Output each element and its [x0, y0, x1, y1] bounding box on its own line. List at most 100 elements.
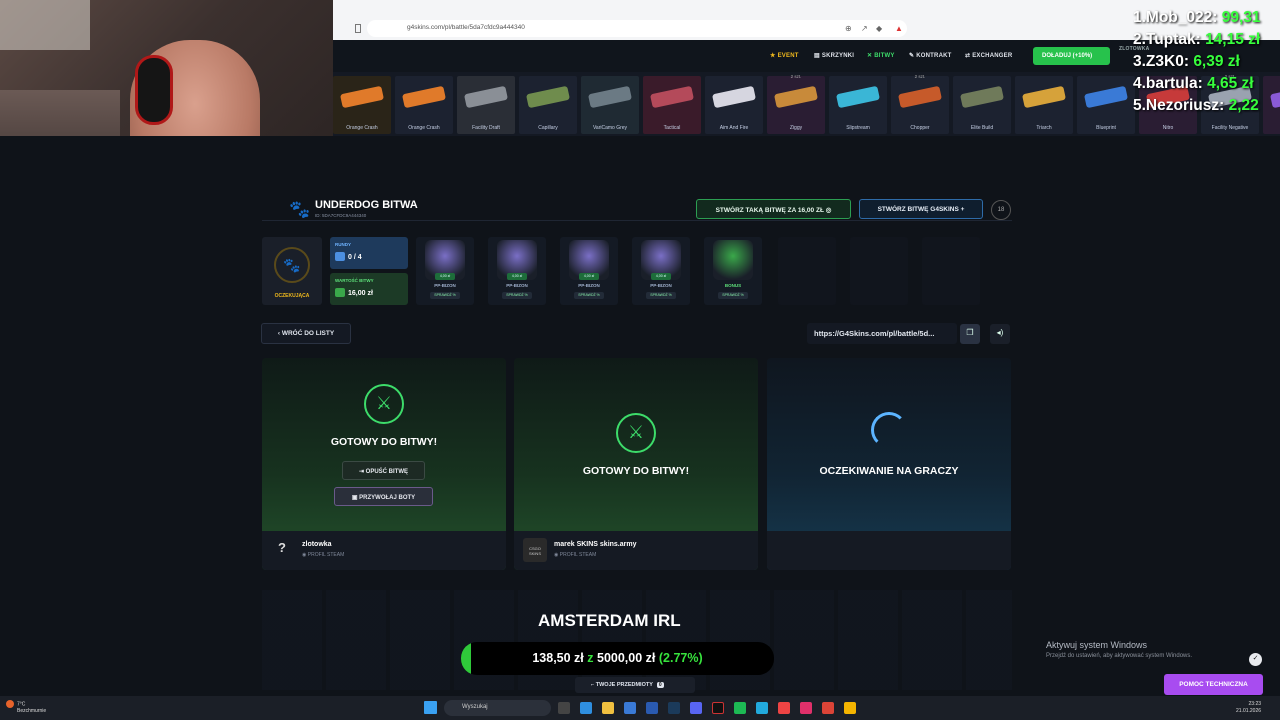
drop-item[interactable]: 2 szt. Ziggy — [767, 74, 825, 134]
nav-contract[interactable]: ✎ KONTRAKT — [909, 52, 952, 59]
drop-item[interactable]: Facility Draft — [457, 76, 515, 134]
nav-battles[interactable]: ✕ BITWY — [867, 52, 895, 59]
task-view-icon[interactable] — [558, 702, 570, 714]
drop-item[interactable]: Triarch — [1015, 76, 1073, 134]
check-odds-button[interactable]: SPRAWDŹ % — [574, 292, 604, 299]
summon-bots-button[interactable]: ▣ PRZYWOŁAJ BOTY — [334, 487, 433, 506]
bookmark-icon[interactable] — [355, 24, 361, 33]
battle-case[interactable]: 4,00 zł PP-BIZON SPRAWDŹ % — [488, 237, 546, 305]
share-icon[interactable]: ↗ — [861, 24, 868, 33]
webcam-shelf — [0, 0, 90, 50]
drop-item[interactable]: Aim And Fire — [705, 76, 763, 134]
player-name[interactable]: marek SKINS skins.army — [554, 541, 637, 548]
drop-name: Nitro — [1162, 125, 1174, 131]
case-name: PP-BIZON — [434, 283, 456, 288]
taskbar-search[interactable]: Wyszukaj — [444, 700, 551, 716]
drop-item[interactable]: Orange Crash — [333, 76, 391, 134]
battle-share-link[interactable]: https://G4Skins.com/pl/battle/5d... — [807, 323, 957, 344]
case-image — [713, 240, 753, 280]
battle-status-label: OCZEKUJĄCA — [274, 293, 310, 299]
windows-activation-watermark: Aktywuj system Windows Przejdź do ustawi… — [1046, 640, 1193, 659]
weather-widget[interactable]: 7°C Bezchmurnie — [6, 700, 46, 715]
weapon-skin-icon — [712, 85, 756, 109]
check-odds-button[interactable]: SPRAWDŹ % — [646, 292, 676, 299]
player-name[interactable]: zlotowka — [302, 541, 332, 548]
copy-icon[interactable]: ❐ — [960, 324, 980, 344]
drop-item[interactable]: 2 szt. Chopper — [891, 74, 949, 134]
create-same-battle-button[interactable]: STWÓRZ TAKĄ BITWĘ ZA 16,00 ZŁ ◎ — [696, 199, 851, 219]
weapon-skin-icon — [1084, 85, 1128, 109]
drop-item[interactable]: Tactical — [643, 76, 701, 134]
battle-value-box: WARTOŚĆ BITWY 16,00 zł — [330, 273, 408, 305]
donation-amount: 6,39 zł — [1193, 53, 1240, 70]
messenger-icon[interactable] — [756, 702, 768, 714]
drop-name: Slipstream — [846, 125, 870, 131]
sound-icon[interactable]: ◂) — [990, 324, 1010, 344]
battle-case[interactable]: 4,00 zł PP-BIZON SPRAWDŹ % — [560, 237, 618, 305]
player-slot-1: ⚔ GOTOWY DO BITWY! ⇥ OPUŚĆ BITWĘ ▣ PRZYW… — [262, 358, 506, 570]
slot-status: GOTOWY DO BITWY! — [330, 436, 438, 448]
drop-item[interactable]: Elite Build — [953, 76, 1011, 134]
steam-profile-link[interactable]: ◉ PROFIL STEAM — [302, 552, 344, 558]
rounds-icon — [335, 252, 345, 261]
rounds-value: 0 / 4 — [348, 254, 362, 261]
address-bar[interactable]: g4skins.com/pl/battle/5da7cfdc9a444340 — [367, 20, 907, 37]
spotify-icon[interactable] — [734, 702, 746, 714]
my-items-button[interactable]: ⌐ TWOJE PRZEDMIOTY 0 — [575, 677, 695, 693]
store-icon[interactable] — [646, 702, 658, 714]
case-price: 4,00 zł — [507, 273, 527, 280]
drop-item[interactable]: Capillary — [519, 76, 577, 134]
case-price: 4,00 zł — [579, 273, 599, 280]
battle-case[interactable]: 4,00 zł PP-BIZON SPRAWDŹ % — [416, 237, 474, 305]
discord-icon[interactable] — [690, 702, 702, 714]
nav-cases[interactable]: ▤ SKRZYNKI — [814, 52, 854, 59]
battle-case[interactable]: BONUS SPRAWDŹ % — [704, 237, 762, 305]
brave-icon[interactable] — [778, 702, 790, 714]
weapon-skin-icon — [774, 85, 818, 109]
empty-case-slot — [850, 237, 908, 305]
drop-item[interactable]: Orange Crash — [395, 76, 453, 134]
leave-battle-button[interactable]: ⇥ OPUŚĆ BITWĘ — [342, 461, 425, 480]
swords-icon: ⚔ — [616, 413, 656, 453]
weapon-skin-icon — [650, 85, 694, 109]
terminal-icon[interactable] — [712, 702, 724, 714]
player-slot-3: OCZEKIWANIE NA GRACZY — [767, 358, 1011, 570]
drop-item[interactable]: Slipstream — [829, 76, 887, 134]
folder-icon[interactable] — [602, 702, 614, 714]
battle-case[interactable]: 4,00 zł PP-BIZON SPRAWDŹ % — [632, 237, 690, 305]
chrome-icon[interactable] — [822, 702, 834, 714]
drop-item[interactable]: Blueprint — [1077, 76, 1135, 134]
paw-icon: 🐾 — [289, 200, 311, 219]
check-odds-button[interactable]: SPRAWDŹ % — [430, 292, 460, 299]
nav-exchanger[interactable]: ⇄ EXCHANGER — [965, 52, 1012, 59]
steam-taskbar-icon[interactable] — [668, 702, 680, 714]
edge-icon[interactable] — [580, 702, 592, 714]
leaderboard-row: 5.Nezoriusz: 2,22 — [1133, 95, 1280, 117]
check-odds-button[interactable]: SPRAWDŹ % — [502, 292, 532, 299]
translate-icon[interactable]: ⊕ — [845, 24, 852, 33]
nav-event[interactable]: ★ EVENT — [770, 52, 799, 59]
topup-button[interactable]: DOŁADUJ (+10%) — [1033, 47, 1110, 65]
header-divider — [262, 220, 1012, 221]
weapon-skin-icon — [340, 85, 384, 109]
alert-icon[interactable]: ▲ — [895, 24, 903, 33]
create-battle-button[interactable]: STWÓRZ BITWĘ G4SKINS + — [859, 199, 983, 219]
back-to-list-button[interactable]: ‹ WRÓĆ DO LISTY — [261, 323, 351, 344]
shield-icon[interactable]: ◆ — [876, 24, 882, 33]
app-yellow-icon[interactable] — [844, 702, 856, 714]
taskbar-clock[interactable]: 23:23 21.01.2026 — [1236, 701, 1261, 715]
weapon-skin-icon — [960, 85, 1004, 109]
goal-title: AMSTERDAM IRL — [538, 611, 681, 630]
app-icon[interactable] — [800, 702, 812, 714]
drop-item[interactable]: VariCamo Grey — [581, 76, 639, 134]
browser-icon[interactable] — [624, 702, 636, 714]
steam-profile-link[interactable]: ◉ PROFIL STEAM — [554, 552, 596, 558]
support-button[interactable]: POMOC TECHNICZNA — [1164, 674, 1263, 695]
check-odds-button[interactable]: SPRAWDŹ % — [718, 292, 748, 299]
avatar: CSGO SKINS — [523, 538, 547, 562]
empty-case-slot — [922, 237, 980, 305]
box-icon: ▤ — [814, 53, 820, 59]
windows-start-icon[interactable] — [424, 701, 437, 714]
battle-id: ID: 5DA7CFDC9A444340 — [315, 213, 367, 218]
check-icon[interactable]: ✓ — [1249, 653, 1262, 666]
